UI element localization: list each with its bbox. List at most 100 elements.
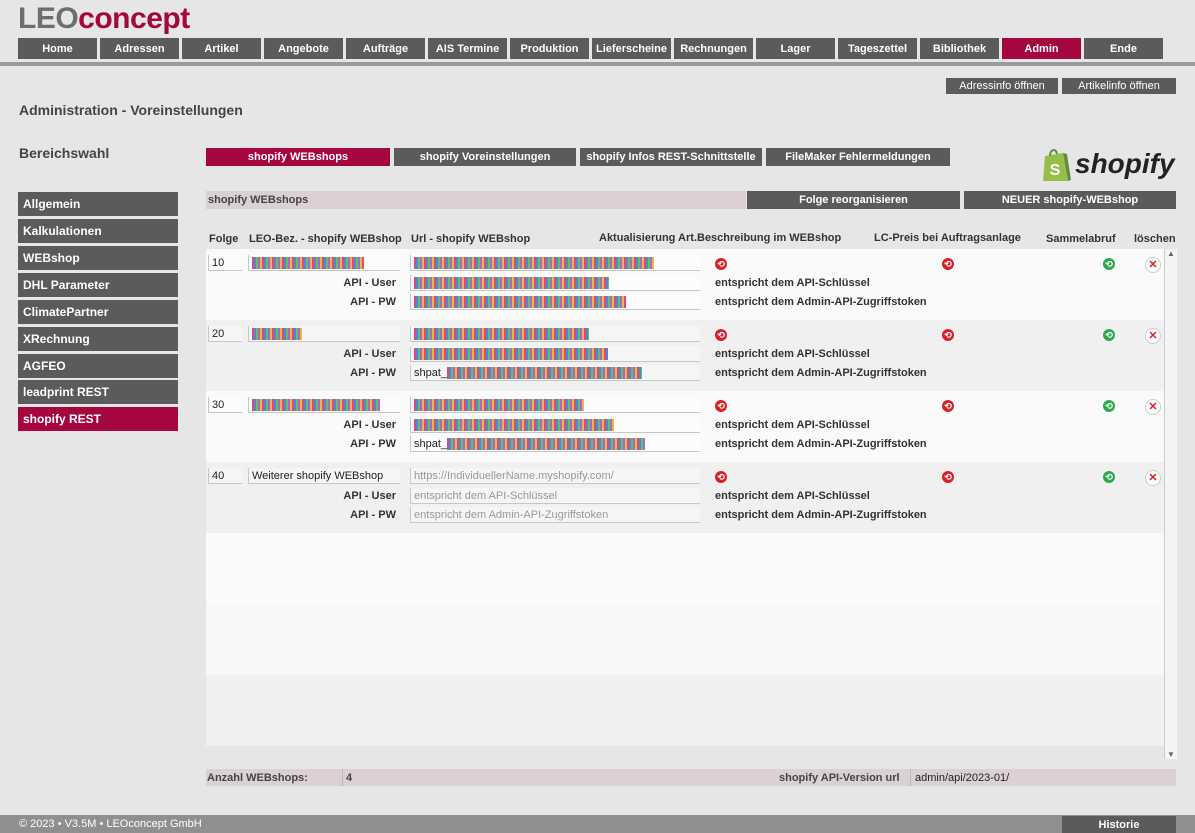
tab-shopify-voreinstellungen[interactable]: shopify Voreinstellungen	[394, 148, 576, 166]
nav-lieferscheine[interactable]: Lieferscheine	[592, 38, 671, 59]
sidebar-item-kalkulationen[interactable]: Kalkulationen	[18, 219, 178, 243]
lc-preis-off-icon[interactable]: ⟲	[942, 400, 954, 412]
delete-icon[interactable]: ✕	[1145, 470, 1161, 486]
url-field[interactable]	[410, 397, 700, 413]
tab-shopify-webshops[interactable]: shopify WEBshops	[206, 148, 390, 166]
lc-preis-off-icon[interactable]: ⟲	[942, 329, 954, 341]
tab-filemaker-fehlermeldungen[interactable]: FileMaker Fehlermeldungen	[766, 148, 950, 166]
api-pw-label: API - PW	[350, 438, 396, 450]
sammelabruf-on-icon[interactable]: ⟲	[1103, 329, 1115, 341]
api-pw-field[interactable]: shpat_	[410, 365, 700, 381]
api-pw-field[interactable]: shpat_	[410, 436, 700, 452]
url-field[interactable]	[410, 326, 700, 342]
api-pw-field[interactable]	[410, 294, 700, 310]
folge-field[interactable]: 10	[208, 255, 242, 271]
table-row: 40 Weiterer shopify WEBshop https://Indi…	[206, 462, 1164, 533]
api-user-info: entspricht dem API-Schlüssel	[715, 277, 870, 289]
nav-rechnungen[interactable]: Rechnungen	[674, 38, 753, 59]
aktualisierung-off-icon[interactable]: ⟲	[715, 400, 727, 412]
aktualisierung-off-icon[interactable]: ⟲	[715, 258, 727, 270]
delete-icon[interactable]: ✕	[1145, 328, 1161, 344]
url-field[interactable]	[410, 255, 700, 271]
redacted-text	[447, 437, 646, 450]
header-divider	[0, 62, 1195, 66]
sammelabruf-on-icon[interactable]: ⟲	[1103, 400, 1115, 412]
nav-admin[interactable]: Admin	[1002, 38, 1081, 59]
table-scrollbar[interactable]: ▲ ▼	[1164, 249, 1177, 759]
nav-angebote[interactable]: Angebote	[264, 38, 343, 59]
api-pw-field[interactable]: entspricht dem Admin-API-Zugriffstoken	[410, 507, 700, 523]
col-url: Url - shopify WEBshop	[411, 233, 531, 245]
webshop-name-field[interactable]: Weiterer shopify WEBshop	[248, 468, 400, 484]
api-version-label: shopify API-Version url	[779, 771, 900, 784]
api-user-label: API - User	[343, 277, 396, 289]
delete-icon[interactable]: ✕	[1145, 399, 1161, 415]
folge-field[interactable]: 40	[208, 468, 242, 484]
webshop-name-field[interactable]	[248, 326, 400, 342]
nav-artikel[interactable]: Artikel	[182, 38, 261, 59]
article-info-button[interactable]: Artikelinfo öffnen	[1062, 78, 1176, 94]
sammelabruf-on-icon[interactable]: ⟲	[1103, 471, 1115, 483]
reorganize-button[interactable]: Folge reorganisieren	[747, 191, 960, 209]
col-sammelabruf: Sammelabruf	[1046, 233, 1116, 245]
api-user-field[interactable]: entspricht dem API-Schlüssel	[410, 488, 700, 504]
api-pw-info: entspricht dem Admin-API-Zugriffstoken	[715, 509, 927, 521]
nav-auftraege[interactable]: Aufträge	[346, 38, 425, 59]
sidebar-item-webshop[interactable]: WEBshop	[18, 246, 178, 270]
api-user-field[interactable]	[410, 275, 700, 291]
sidebar-item-climatepartner[interactable]: ClimatePartner	[18, 300, 178, 324]
new-webshop-button[interactable]: NEUER shopify-WEBshop	[964, 191, 1176, 209]
divider	[910, 769, 911, 786]
scroll-up-icon[interactable]: ▲	[1167, 249, 1175, 258]
api-user-field[interactable]	[410, 417, 700, 433]
api-version-value[interactable]: admin/api/2023-01/	[915, 772, 1009, 784]
api-pw-prefix: shpat_	[414, 366, 448, 379]
nav-produktion[interactable]: Produktion	[510, 38, 589, 59]
webshop-name-field[interactable]	[248, 397, 400, 413]
count-label: Anzahl WEBshops:	[207, 771, 308, 784]
empty-row	[206, 675, 1164, 746]
scroll-down-icon[interactable]: ▼	[1167, 750, 1175, 759]
folge-field[interactable]: 20	[208, 326, 242, 342]
shopify-bag-icon: S	[1043, 149, 1071, 181]
address-info-button[interactable]: Adressinfo öffnen	[946, 78, 1058, 94]
sidebar-item-agfeo[interactable]: AGFEO	[18, 354, 178, 378]
delete-icon[interactable]: ✕	[1145, 257, 1161, 273]
sidebar-item-shopify-rest[interactable]: shopify REST	[18, 407, 178, 431]
section-title: shopify WEBshops	[206, 191, 746, 209]
col-aktualisierung: Aktualisierung Art.Beschreibung im WEBsh…	[599, 232, 842, 244]
table-row: 10 API - User API - PW ⟲ entspricht dem …	[206, 249, 1164, 320]
tab-shopify-infos-rest[interactable]: shopify Infos REST-Schnittstelle	[580, 148, 762, 166]
folge-field[interactable]: 30	[208, 397, 242, 413]
nav-adressen[interactable]: Adressen	[100, 38, 179, 59]
svg-text:S: S	[1050, 162, 1061, 179]
nav-tageszettel[interactable]: Tageszettel	[838, 38, 917, 59]
nav-home[interactable]: Home	[18, 38, 97, 59]
sammelabruf-on-icon[interactable]: ⟲	[1103, 258, 1115, 270]
redacted-text	[252, 398, 380, 411]
nav-ende[interactable]: Ende	[1084, 38, 1163, 59]
lc-preis-off-icon[interactable]: ⟲	[942, 471, 954, 483]
main-nav: Home Adressen Artikel Angebote Aufträge …	[18, 38, 1163, 59]
nav-ais-termine[interactable]: AIS Termine	[428, 38, 507, 59]
lc-preis-off-icon[interactable]: ⟲	[942, 258, 954, 270]
redacted-text	[414, 327, 589, 340]
sidebar-item-xrechnung[interactable]: XRechnung	[18, 327, 178, 351]
sidebar-item-leadprint-rest[interactable]: leadprint REST	[18, 380, 178, 404]
empty-row	[206, 604, 1164, 675]
page-title: Administration - Voreinstellungen	[19, 102, 243, 118]
url-field[interactable]: https://IndividuellerName.myshopify.com/	[410, 468, 700, 484]
nav-lager[interactable]: Lager	[756, 38, 835, 59]
sidebar-item-allgemein[interactable]: Allgemein	[18, 192, 178, 216]
aktualisierung-off-icon[interactable]: ⟲	[715, 329, 727, 341]
divider	[342, 769, 343, 786]
sidebar-item-dhl-parameter[interactable]: DHL Parameter	[18, 273, 178, 297]
redacted-text	[252, 256, 364, 269]
api-user-field[interactable]	[410, 346, 700, 362]
aktualisierung-off-icon[interactable]: ⟲	[715, 471, 727, 483]
nav-bibliothek[interactable]: Bibliothek	[920, 38, 999, 59]
webshop-name-field[interactable]	[248, 255, 400, 271]
api-user-label: API - User	[343, 490, 396, 502]
api-pw-info: entspricht dem Admin-API-Zugriffstoken	[715, 296, 927, 308]
history-button[interactable]: Historie	[1062, 816, 1176, 833]
